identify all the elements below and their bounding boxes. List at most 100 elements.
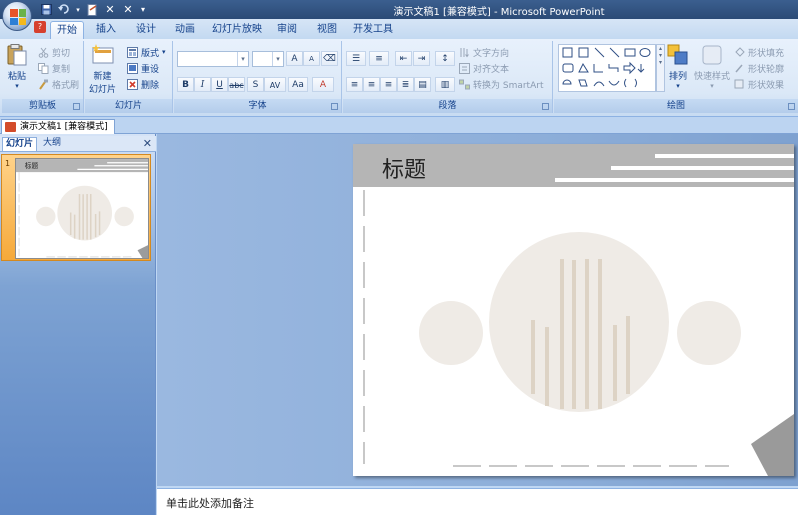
- pen-icon: [734, 63, 745, 74]
- line-spacing-icon[interactable]: ↕: [435, 51, 455, 66]
- tab-animation[interactable]: 动画: [170, 21, 200, 39]
- increase-indent-icon[interactable]: ⇥: [413, 51, 430, 66]
- paste-label: 粘贴: [7, 72, 26, 82]
- bullets-icon[interactable]: ☰: [346, 51, 366, 66]
- tab-outline[interactable]: 大纲: [40, 137, 64, 151]
- tab-home[interactable]: 开始: [50, 21, 84, 39]
- slide-thumbnail: 标题: [15, 158, 149, 259]
- help-icon[interactable]: ?: [34, 21, 46, 33]
- text-direction-icon: [459, 47, 470, 58]
- columns-icon[interactable]: ▥: [435, 77, 455, 92]
- layout-label: 版式: [141, 48, 160, 59]
- window-title: 演示文稿1 [兼容模式] - Microsoft PowerPoint: [393, 7, 605, 18]
- shape-outline-label: 形状轮廓: [748, 64, 785, 75]
- brush-icon: [38, 79, 49, 90]
- chevron-down-icon[interactable]: ▾: [237, 52, 248, 66]
- format-painter-button[interactable]: 格式刷: [38, 77, 79, 91]
- clipboard-dialog-launcher[interactable]: [73, 103, 80, 110]
- tab-review[interactable]: 审阅: [272, 21, 302, 39]
- shape-fill-label: 形状填充: [748, 48, 785, 59]
- chevron-down-icon: ▾: [710, 82, 714, 90]
- scissors-icon: [38, 47, 49, 58]
- notes-pane[interactable]: 单击此处添加备注: [157, 488, 798, 515]
- grow-font-button[interactable]: A: [286, 51, 303, 66]
- shadow-button[interactable]: S: [247, 77, 264, 92]
- reset-label: 重设: [141, 64, 160, 75]
- fill-bucket-icon: [734, 46, 745, 58]
- paste-button[interactable]: 粘贴 ▾: [5, 43, 29, 90]
- smartart-icon: [459, 79, 470, 90]
- cut-button[interactable]: 剪切: [38, 45, 70, 59]
- thumbnail-graphic: 标题: [16, 159, 148, 258]
- layout-button[interactable]: 版式 ▾: [127, 45, 166, 59]
- align-right-icon[interactable]: ≡: [380, 77, 397, 92]
- chevron-down-icon[interactable]: ▾: [272, 52, 283, 66]
- convert-smartart-button[interactable]: 转换为 SmartArt: [459, 77, 543, 91]
- center-circle[interactable]: [489, 232, 669, 412]
- format-painter-label: 格式刷: [52, 80, 80, 91]
- powerpoint-icon: [5, 122, 16, 132]
- left-circle[interactable]: [419, 301, 483, 365]
- slide-thumbnail-item[interactable]: 1 标题: [1, 154, 151, 261]
- group-drawing: ▴ ▾ ▾ 排列 ▾ 快速样式 ▾ 形状填充 形状轮廓 形状效果 绘图: [554, 41, 798, 113]
- tab-design[interactable]: 设计: [131, 21, 161, 39]
- arrange-label: 排列: [668, 72, 687, 82]
- bold-button[interactable]: B: [177, 77, 194, 92]
- arrange-icon: [666, 43, 690, 67]
- shapes-gallery[interactable]: [558, 44, 656, 92]
- chevron-down-icon: ▾: [162, 48, 166, 56]
- tab-slides[interactable]: 幻灯片: [2, 137, 38, 151]
- slide-graphics: [363, 154, 794, 476]
- office-logo-icon: [10, 9, 26, 25]
- ribbon-tabs: 开始 插入 设计 动画 幻灯片放映 审阅 视图 开发工具: [0, 19, 798, 39]
- tab-view[interactable]: 视图: [312, 21, 342, 39]
- drawing-dialog-launcher[interactable]: [788, 103, 795, 110]
- align-center-icon[interactable]: ≡: [363, 77, 380, 92]
- text-direction-label: 文字方向: [473, 48, 510, 59]
- shape-outline-button[interactable]: 形状轮廓: [734, 61, 784, 75]
- group-clipboard: 粘贴 ▾ 剪切 复制 格式刷 剪贴板: [2, 41, 84, 113]
- group-font: ▾ ▾ A A ⌫ B I U abc S AV Aa A 字体: [174, 41, 342, 113]
- tab-developer[interactable]: 开发工具: [350, 21, 396, 39]
- font-family-combo[interactable]: ▾: [177, 51, 249, 67]
- document-tabs: 演示文稿1 [兼容模式]: [0, 117, 798, 134]
- text-direction-button[interactable]: 文字方向: [459, 45, 509, 59]
- font-dialog-launcher[interactable]: [331, 103, 338, 110]
- font-size-combo[interactable]: ▾: [252, 51, 284, 67]
- italic-button[interactable]: I: [194, 77, 211, 92]
- shapes-scroll[interactable]: ▴ ▾ ▾: [656, 44, 665, 92]
- right-circle[interactable]: [677, 301, 741, 365]
- distributed-icon[interactable]: ▤: [414, 77, 431, 92]
- arrange-button[interactable]: 排列 ▾: [666, 43, 690, 90]
- clear-format-icon[interactable]: ⌫: [321, 51, 338, 66]
- slide-canvas[interactable]: 标题: [353, 144, 794, 476]
- paragraph-dialog-launcher[interactable]: [542, 103, 549, 110]
- reset-button[interactable]: 重设: [127, 61, 159, 75]
- change-case-button[interactable]: Aa: [288, 77, 308, 92]
- shape-fill-button[interactable]: 形状填充: [734, 45, 784, 59]
- effects-icon: [734, 79, 745, 90]
- align-text-icon: [459, 62, 470, 74]
- align-left-icon[interactable]: ≡: [346, 77, 363, 92]
- document-tab[interactable]: 演示文稿1 [兼容模式]: [1, 119, 115, 134]
- new-slide-button[interactable]: 新建 幻灯片: [89, 43, 116, 95]
- quick-styles-button[interactable]: 快速样式 ▾: [694, 43, 730, 90]
- clipboard-group-label: 剪贴板: [2, 99, 83, 113]
- align-text-button[interactable]: 对齐文本: [459, 61, 509, 75]
- underline-button[interactable]: U: [211, 77, 228, 92]
- strikethrough-button[interactable]: abc: [228, 77, 245, 92]
- numbering-icon[interactable]: ≡: [369, 51, 389, 66]
- char-spacing-button[interactable]: AV: [264, 77, 286, 92]
- justify-icon[interactable]: ≣: [397, 77, 414, 92]
- shape-effects-button[interactable]: 形状效果: [734, 77, 784, 91]
- tab-insert[interactable]: 插入: [91, 21, 121, 39]
- close-icon[interactable]: ✕: [143, 137, 152, 150]
- shrink-font-button[interactable]: A: [303, 51, 320, 66]
- new-slide-icon: [91, 43, 115, 67]
- office-button[interactable]: [2, 1, 32, 31]
- delete-button[interactable]: 删除: [127, 77, 159, 91]
- decrease-indent-icon[interactable]: ⇤: [395, 51, 412, 66]
- copy-button[interactable]: 复制: [38, 61, 70, 75]
- tab-slideshow[interactable]: 幻灯片放映: [209, 21, 265, 39]
- font-color-button[interactable]: A: [312, 77, 334, 92]
